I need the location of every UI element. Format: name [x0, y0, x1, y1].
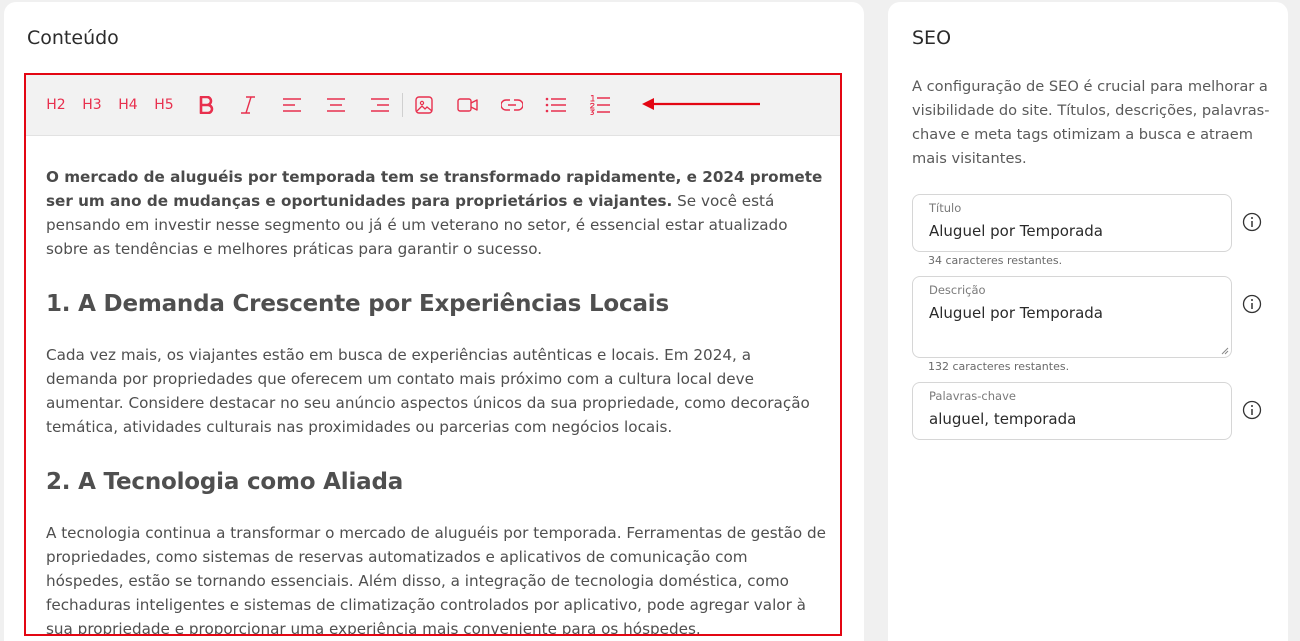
- editor-content[interactable]: O mercado de aluguéis por temporada tem …: [46, 165, 827, 636]
- insert-video-button[interactable]: [456, 93, 480, 117]
- bullet-list-button[interactable]: [544, 93, 568, 117]
- seo-description-field[interactable]: Descrição Aluguel por Temporada: [912, 276, 1232, 358]
- seo-keywords-field[interactable]: Palavras-chave aluguel, temporada: [912, 382, 1232, 440]
- seo-card-title: SEO: [912, 27, 952, 49]
- italic-icon: [241, 96, 255, 114]
- video-icon: [457, 98, 478, 112]
- seo-keywords-label: Palavras-chave: [929, 389, 1016, 403]
- align-right-icon: [371, 98, 389, 112]
- numbered-list-button[interactable]: [588, 93, 612, 117]
- section-heading-1: 1. A Demanda Crescente por Experiências …: [46, 291, 669, 317]
- bold-button[interactable]: [194, 93, 218, 117]
- insert-link-button[interactable]: [500, 93, 524, 117]
- bullet-list-icon: [545, 97, 566, 113]
- seo-title-label: Título: [929, 201, 962, 215]
- align-center-button[interactable]: [324, 93, 348, 117]
- seo-description: A configuração de SEO é crucial para mel…: [912, 78, 1270, 167]
- annotation-arrow-icon: [642, 98, 760, 110]
- section-paragraph-1: Cada vez mais, os viajantes estão em bus…: [46, 346, 810, 436]
- keywords-info-icon[interactable]: [1242, 400, 1262, 420]
- section-paragraph-2: A tecnologia continua a transformar o me…: [46, 524, 827, 636]
- section-heading-2: 2. A Tecnologia como Aliada: [46, 469, 404, 495]
- seo-card: SEO A configuração de SEO é crucial para…: [888, 2, 1288, 641]
- resize-handle-icon[interactable]: [1221, 347, 1229, 355]
- bold-icon: [199, 96, 214, 114]
- rich-text-editor[interactable]: H2 H3 H4 H5 O mercado de aluguéis por te…: [24, 73, 842, 636]
- seo-title-field[interactable]: Título Aluguel por Temporada: [912, 194, 1232, 252]
- align-right-button[interactable]: [368, 93, 392, 117]
- heading-5-button[interactable]: H5: [152, 93, 176, 117]
- description-char-count: 132 caracteres restantes.: [928, 360, 1070, 373]
- italic-button[interactable]: [236, 93, 260, 117]
- heading-2-button[interactable]: H2: [44, 93, 68, 117]
- description-info-icon[interactable]: [1242, 294, 1262, 314]
- seo-description-input[interactable]: Aluguel por Temporada: [929, 304, 1103, 322]
- editor-toolbar: H2 H3 H4 H5: [26, 75, 840, 136]
- seo-title-input[interactable]: Aluguel por Temporada: [929, 222, 1103, 240]
- align-left-icon: [283, 98, 301, 112]
- seo-description-label: Descrição: [929, 283, 986, 297]
- toolbar-divider: [402, 93, 403, 117]
- image-icon: [415, 96, 433, 114]
- link-icon: [501, 99, 523, 111]
- insert-image-button[interactable]: [412, 93, 436, 117]
- align-center-icon: [327, 98, 345, 112]
- numbered-list-icon: [589, 95, 610, 115]
- heading-4-button[interactable]: H4: [116, 93, 140, 117]
- content-card-title: Conteúdo: [27, 27, 119, 49]
- title-char-count: 34 caracteres restantes.: [928, 254, 1063, 267]
- title-info-icon[interactable]: [1242, 212, 1262, 232]
- content-card: Conteúdo H2 H3 H4 H5 O mercado de alugué…: [4, 2, 864, 641]
- intro-paragraph: O mercado de aluguéis por temporada tem …: [46, 165, 826, 261]
- heading-3-button[interactable]: H3: [80, 93, 104, 117]
- align-left-button[interactable]: [280, 93, 304, 117]
- seo-keywords-input[interactable]: aluguel, temporada: [929, 410, 1076, 428]
